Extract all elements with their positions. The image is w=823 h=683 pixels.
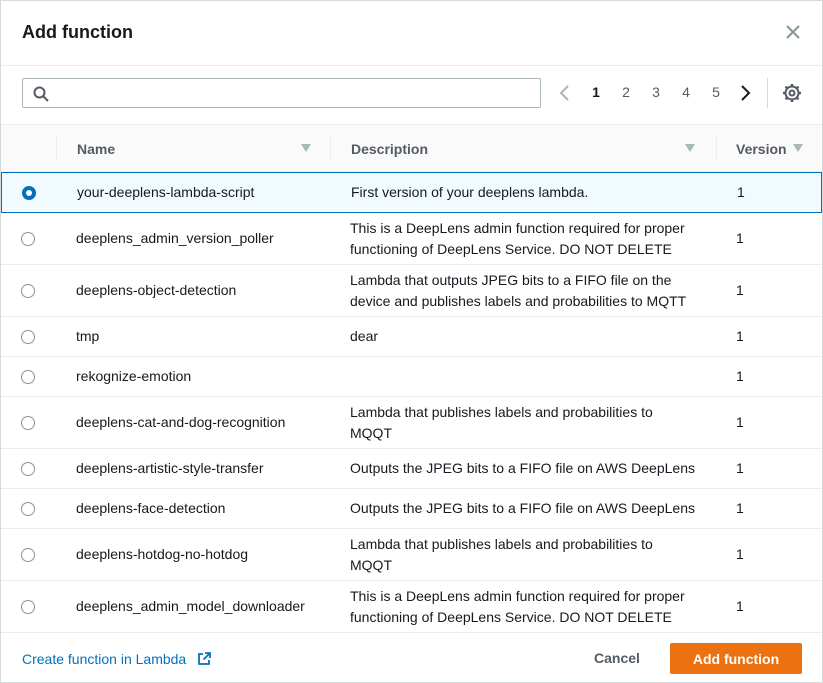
function-name: tmp [76,328,100,344]
table-row[interactable]: deeplens-object-detection Lambda that ou… [1,265,822,317]
function-version: 1 [737,184,745,200]
column-divider [716,137,717,161]
column-header-name[interactable]: Name [77,141,115,157]
cancel-button[interactable]: Cancel [579,643,655,673]
table-row[interactable]: deeplens-artistic-style-transfer Outputs… [1,449,822,489]
search-box[interactable] [22,78,541,108]
function-name: rekognize-emotion [76,368,192,384]
row-radio[interactable] [21,416,35,430]
table-row[interactable]: deeplens_admin_version_poller This is a … [1,213,822,265]
column-divider [330,137,331,161]
function-description: Outputs the JPEG bits to a FIFO file on … [350,460,695,476]
table-row[interactable]: deeplens-face-detection Outputs the JPEG… [1,489,822,529]
row-radio[interactable] [21,370,35,384]
add-function-button[interactable]: Add function [670,643,802,674]
close-icon[interactable] [784,23,802,41]
row-radio[interactable] [21,284,35,298]
function-description: Outputs the JPEG bits to a FIFO file on … [350,500,695,516]
function-description-line-2: MQQT [350,425,392,441]
chevron-right-icon[interactable] [736,82,754,104]
page-1[interactable]: 1 [586,84,606,100]
row-radio[interactable] [21,548,35,562]
create-function-link[interactable]: Create function in Lambda [22,651,186,667]
search-input[interactable] [57,81,532,105]
row-radio[interactable] [21,330,35,344]
function-description-line-2: functioning of DeepLens Service. DO NOT … [350,609,672,625]
function-version: 1 [736,546,744,562]
table-row[interactable]: rekognize-emotion 1 [1,357,822,397]
row-radio[interactable] [21,232,35,246]
table-header: Name Description Version [1,124,822,172]
function-description: First version of your deeplens lambda. [351,184,589,200]
column-divider [56,137,57,161]
function-description-line-1: Lambda that publishes labels and probabi… [350,404,653,420]
function-description-line-1: Lambda that outputs JPEG bits to a FIFO … [350,272,672,288]
page-2[interactable]: 2 [616,84,636,100]
function-description-line-1: Lambda that publishes labels and probabi… [350,536,653,552]
function-version: 1 [736,500,744,516]
function-name: deeplens-hotdog-no-hotdog [76,546,249,562]
function-description: dear [350,328,379,344]
table-row[interactable]: deeplens-hotdog-no-hotdog Lambda that pu… [1,529,822,581]
function-version: 1 [736,598,744,614]
modal-title: Add function [22,22,133,42]
row-radio[interactable] [21,600,35,614]
function-name: deeplens-face-detection [76,500,226,516]
column-header-description[interactable]: Description [351,141,428,157]
sort-caret-icon[interactable] [685,144,695,152]
function-description-line-1: This is a DeepLens admin function requir… [350,588,685,604]
function-description-line-2: functioning of DeepLens Service. DO NOT … [350,241,672,257]
page-4[interactable]: 4 [676,84,696,100]
table-row[interactable]: your-deeplens-lambda-script First versio… [1,172,822,213]
search-icon [33,86,49,102]
function-version: 1 [736,460,744,476]
function-description-line-2: device and publishes labels and probabil… [350,293,687,309]
chevron-left-icon[interactable] [556,82,574,104]
function-description-line-1: This is a DeepLens admin function requir… [350,220,685,236]
function-version: 1 [736,282,744,298]
function-name: deeplens-artistic-style-transfer [76,460,264,476]
row-radio[interactable] [21,502,35,516]
table-toolbar: 1 2 3 4 5 [1,66,822,124]
table-row[interactable]: tmp dear 1 [1,317,822,357]
function-name: deeplens_admin_model_downloader [76,598,305,614]
gear-icon[interactable] [782,83,802,103]
table-row[interactable]: deeplens_admin_model_downloader This is … [1,581,822,632]
function-version: 1 [736,414,744,430]
function-version: 1 [736,368,744,384]
column-header-version[interactable]: Version [736,141,787,157]
page-5[interactable]: 5 [706,84,726,100]
function-description-line-2: MQQT [350,557,392,573]
modal-header: Add function [1,1,822,66]
row-radio[interactable] [22,186,36,200]
toolbar-divider [767,78,768,108]
function-version: 1 [736,230,744,246]
function-name: deeplens-object-detection [76,282,237,298]
modal-footer: Create function in Lambda Cancel Add fun… [1,632,822,682]
function-name: deeplens_admin_version_poller [76,230,274,246]
function-version: 1 [736,328,744,344]
sort-caret-icon[interactable] [793,144,803,152]
function-name: your-deeplens-lambda-script [77,184,255,200]
page-3[interactable]: 3 [646,84,666,100]
external-link-icon[interactable] [197,652,211,666]
function-name: deeplens-cat-and-dog-recognition [76,414,286,430]
add-function-modal: Add function 1 2 3 4 5 Name Description … [0,0,823,683]
sort-caret-icon[interactable] [301,144,311,152]
table-row[interactable]: deeplens-cat-and-dog-recognition Lambda … [1,397,822,449]
row-radio[interactable] [21,462,35,476]
